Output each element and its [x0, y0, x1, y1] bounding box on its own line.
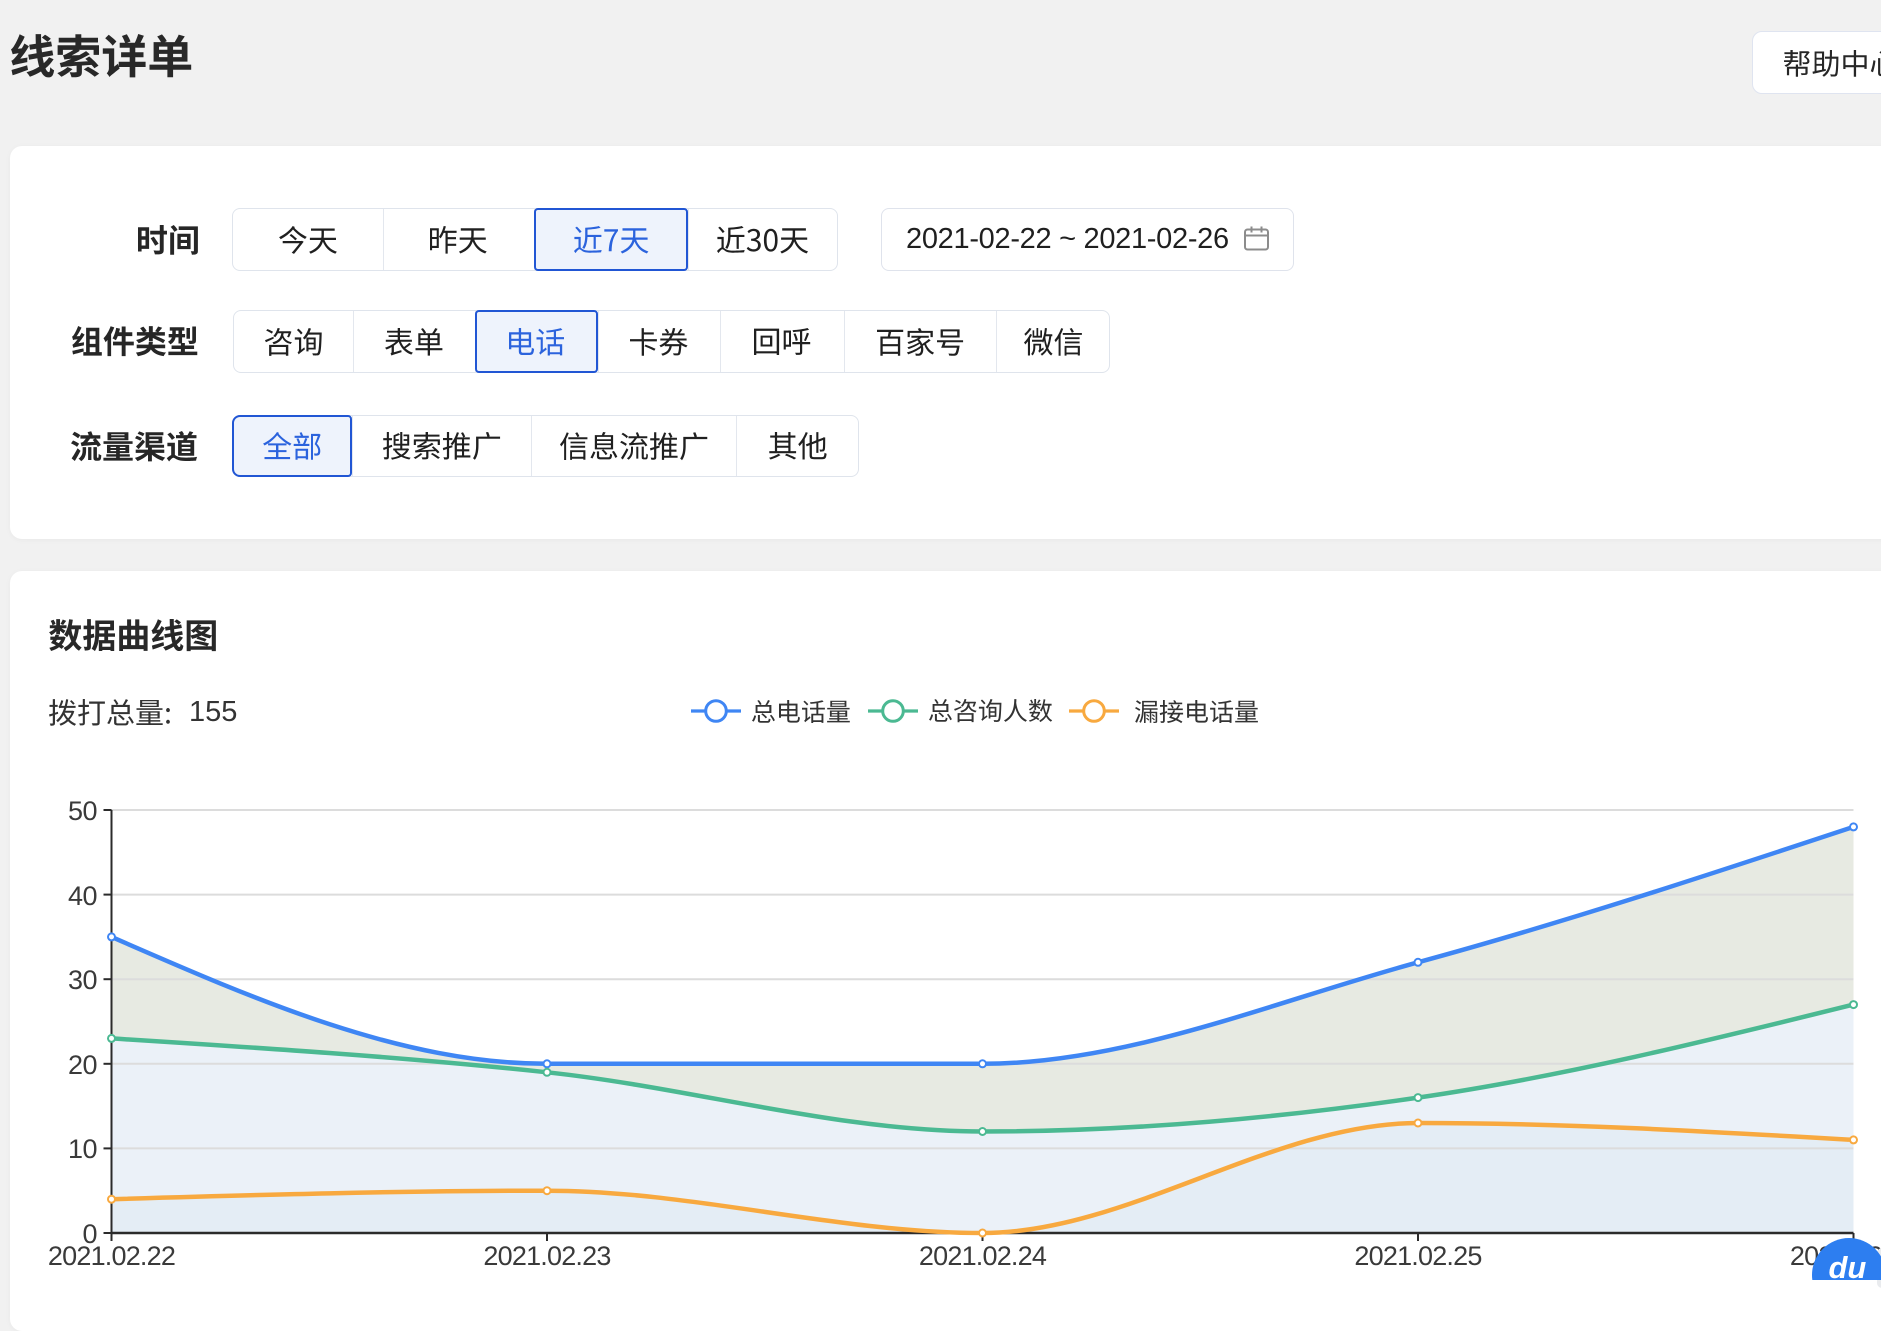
- svg-text:du: du: [1829, 1250, 1867, 1280]
